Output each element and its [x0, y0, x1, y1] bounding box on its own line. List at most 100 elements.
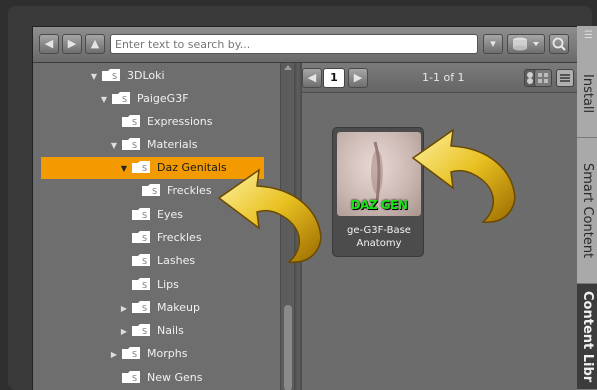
left-arrow-icon: ◀	[307, 71, 317, 84]
expand-down-icon[interactable]: ▼	[109, 135, 119, 157]
tree-item-label: Materials	[147, 138, 198, 151]
folder-icon: S	[122, 371, 140, 383]
tree-item-label: New Gens	[147, 371, 203, 384]
prev-page-button[interactable]: ◀	[302, 68, 322, 88]
tree-item-label: Freckles	[167, 184, 212, 197]
tree-item-label: Lips	[157, 278, 179, 291]
folder-icon: S	[122, 115, 140, 127]
list-icon	[560, 74, 570, 82]
toolbar: ◀ ▶ ▲ ▾	[33, 27, 578, 63]
back-arrow-icon: ◀	[44, 37, 54, 50]
forward-button[interactable]: ▶	[62, 34, 82, 54]
tab-smart-content[interactable]: Smart Content	[577, 138, 597, 284]
folder-icon: S	[122, 138, 140, 150]
forward-arrow-icon: ▶	[67, 37, 77, 50]
tree-item-freckles[interactable]: S Freckles	[129, 227, 202, 249]
tree-item-makeup[interactable]: ▶ S Makeup	[119, 297, 200, 319]
tree-item-lashes[interactable]: S Lashes	[129, 250, 195, 272]
tree-item-label: Lashes	[157, 254, 196, 267]
expand-right-icon[interactable]: ▶	[119, 321, 129, 343]
tree-item-label: PaigeG3F	[137, 92, 189, 105]
tree-item-daz-genitals[interactable]: ▼ S Daz Genitals	[41, 157, 264, 179]
tree-item-paigeg3f[interactable]: ▼ S PaigeG3F	[99, 88, 189, 110]
svg-text:S: S	[142, 257, 147, 266]
pane-menu-icon[interactable]: ☰	[584, 30, 593, 41]
result-range: 1-1 of 1	[422, 71, 465, 84]
folder-icon: S	[132, 278, 150, 290]
folder-icon: S	[142, 184, 160, 196]
folder-icon: S	[132, 208, 150, 220]
filter-dropdown-button[interactable]: ▾	[483, 34, 503, 54]
content-view: ◀ 1 ▶ 1-1 of 1 DAZ GEN ge-G3F-Base Anato…	[302, 63, 578, 390]
tree-item-materials[interactable]: ▼ S Materials	[109, 134, 197, 156]
svg-text:S: S	[142, 327, 147, 336]
content-library-pane: ◀ ▶ ▲ ▾ ▼S3DLoki	[32, 26, 578, 390]
tree-item-label: Morphs	[147, 347, 188, 360]
svg-text:S: S	[132, 141, 137, 150]
filter-dropdown-icon: ▾	[490, 37, 496, 50]
tree-item-freckles-sub[interactable]: S Freckles	[139, 180, 212, 202]
tree-item-label: Daz Genitals	[157, 161, 227, 174]
pane-splitter[interactable]	[294, 63, 302, 390]
folder-tree: ▼ S 3DLoki ▼ S PaigeG3F S Expressions ▼ S Mater…	[33, 63, 280, 390]
tree-item-label: Expressions	[147, 115, 213, 128]
tree-item-lips[interactable]: S Lips	[129, 274, 179, 296]
tree-item-label: Nails	[157, 324, 184, 337]
tree-item-label: Freckles	[157, 231, 202, 244]
svg-text:S: S	[132, 118, 137, 127]
scroll-up-icon[interactable]	[284, 65, 292, 70]
search-input[interactable]	[110, 34, 478, 54]
up-button[interactable]: ▲	[85, 34, 105, 54]
tree-item-expressions[interactable]: S Expressions	[119, 111, 212, 133]
folder-icon: S	[132, 231, 150, 243]
folder-icon: S	[132, 254, 150, 266]
expand-down-icon[interactable]: ▼	[89, 66, 99, 88]
expand-right-icon[interactable]: ▶	[109, 344, 119, 366]
grid-view-button[interactable]	[534, 69, 552, 87]
database-button[interactable]	[507, 34, 545, 54]
folder-icon: S	[132, 161, 150, 173]
expand-down-icon[interactable]: ▼	[99, 89, 109, 111]
content-item-card[interactable]: DAZ GEN ge-G3F-Base Anatomy	[332, 127, 424, 257]
tree-item-3dloki[interactable]: ▼ S 3DLoki	[89, 65, 165, 87]
pagination-bar: ◀ 1 ▶ 1-1 of 1	[302, 63, 578, 93]
svg-text:S: S	[132, 374, 137, 383]
side-tab-strip: Install Smart Content Content Libr	[577, 26, 597, 390]
scrollbar-thumb[interactable]	[284, 305, 292, 390]
tree-scrollbar[interactable]	[280, 63, 294, 390]
grid-icon	[538, 73, 548, 83]
svg-text:S: S	[142, 304, 147, 313]
thumbnail-overlay-text: DAZ GEN	[350, 198, 408, 212]
back-button[interactable]: ◀	[39, 34, 59, 54]
tree-item-morphs[interactable]: ▶ S Morphs	[109, 343, 187, 365]
svg-text:S: S	[142, 234, 147, 243]
tree-item-new-gens[interactable]: S New Gens	[119, 367, 202, 389]
page-number-field[interactable]: 1	[323, 68, 345, 88]
expand-down-icon[interactable]: ▼	[119, 158, 129, 180]
tree-item-eyes[interactable]: S Eyes	[129, 204, 183, 226]
svg-text:S: S	[122, 95, 127, 104]
item-label: ge-G3F-Base Anatomy	[347, 225, 411, 249]
folder-icon: S	[112, 92, 130, 104]
list-view-button[interactable]	[556, 69, 574, 87]
database-icon	[513, 37, 539, 51]
search-icon	[552, 37, 566, 51]
svg-text:S: S	[142, 211, 147, 220]
tree-item-label: Makeup	[157, 301, 200, 314]
zoom-button[interactable]	[549, 34, 569, 54]
folder-icon: S	[132, 324, 150, 336]
folder-icon: S	[102, 69, 120, 81]
svg-text:S: S	[112, 72, 117, 81]
tree-item-nails[interactable]: ▶ S Nails	[119, 320, 184, 342]
svg-text:S: S	[142, 164, 147, 173]
folder-icon: S	[132, 301, 150, 313]
tab-content-library[interactable]: Content Libr	[577, 284, 597, 390]
up-arrow-icon: ▲	[90, 37, 100, 50]
tab-install[interactable]: Install	[577, 50, 597, 138]
svg-text:S: S	[132, 350, 137, 359]
tree-item-label: Eyes	[157, 208, 183, 221]
svg-text:S: S	[152, 187, 157, 196]
expand-right-icon[interactable]: ▶	[119, 298, 129, 320]
svg-text:S: S	[142, 281, 147, 290]
next-page-button[interactable]: ▶	[348, 68, 368, 88]
